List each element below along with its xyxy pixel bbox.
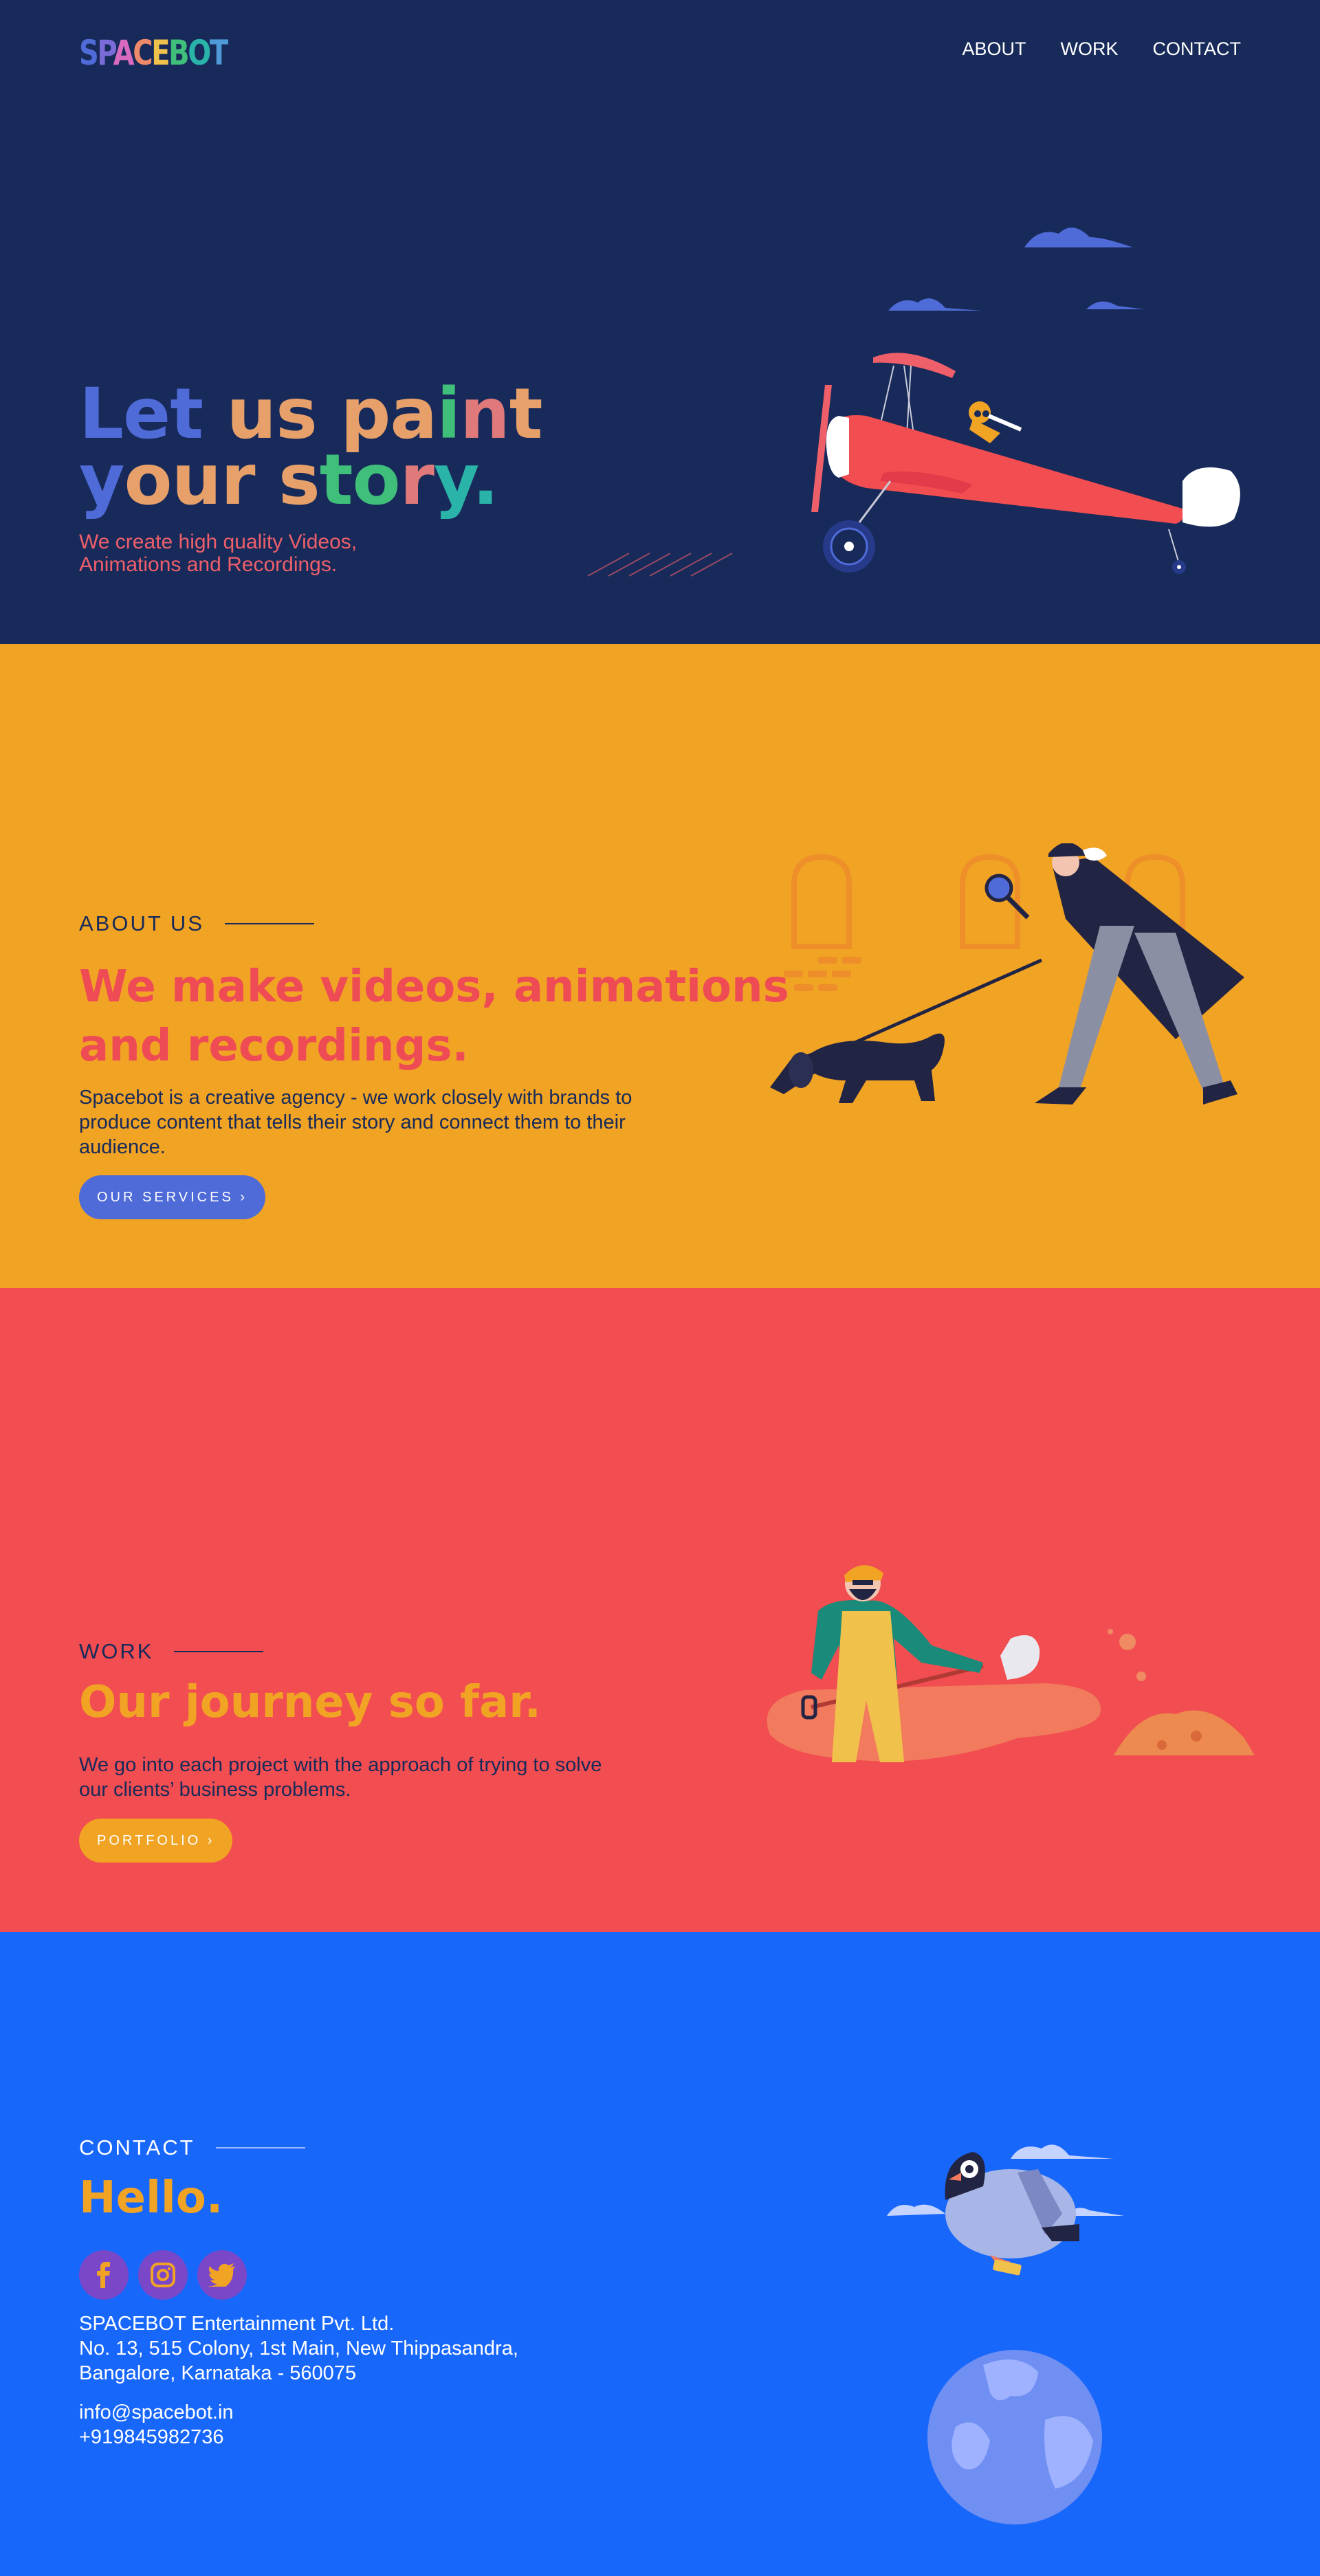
contact-details: info@spacebot.in +919845982736: [79, 2400, 234, 2450]
work-label: WORK: [79, 1639, 264, 1664]
logo-letter: S: [79, 33, 99, 73]
title-letter: o: [124, 439, 173, 521]
title-letter: t: [509, 373, 543, 455]
divider: [215, 2147, 305, 2148]
social-links: [79, 2250, 247, 2300]
logo-letter: A: [113, 33, 135, 73]
title-letter: r: [221, 439, 255, 521]
title-letter: s: [278, 439, 320, 521]
address-line2: Bangalore, Karnataka - 560075: [79, 2362, 357, 2384]
logo-letter: E: [151, 33, 170, 73]
about-body: Spacebot is a creative agency - we work …: [79, 1087, 632, 1158]
contact-address: SPACEBOT Entertainment Pvt. Ltd. No. 13,…: [79, 2311, 518, 2386]
contact-section: CONTACT Hello. SPACEBOT Entertainment Pv…: [0, 1932, 1320, 2576]
work-section: WORK Our journey so far. We go into each…: [0, 1288, 1320, 1932]
work-heading: Our journey so far.: [79, 1677, 541, 1728]
divider: [174, 1651, 264, 1652]
logo-letter: P: [97, 33, 115, 73]
nav-about[interactable]: ABOUT: [962, 38, 1026, 60]
detective-illustration: [770, 843, 1244, 1104]
address-line1: No. 13, 515 Colony, 1st Main, New Thippa…: [79, 2338, 518, 2360]
work-label-text: WORK: [79, 1639, 154, 1663]
logo-letter: T: [209, 33, 228, 73]
spacebot-logo[interactable]: SPACEBOT: [79, 33, 228, 73]
title-letter: .: [472, 439, 499, 521]
about-heading-line2: and recordings.: [79, 1021, 469, 1072]
hero-title-line2: your story.: [79, 445, 542, 515]
about-heading: We make videos, animations and recording…: [79, 957, 789, 1076]
instagram-icon[interactable]: [138, 2250, 188, 2300]
about-section: ABOUT US We make videos, animations and …: [0, 644, 1320, 1288]
hero-subtitle: We create high quality Videos, Animation…: [79, 531, 358, 576]
facebook-icon[interactable]: [79, 2250, 129, 2300]
portfolio-button[interactable]: PORTFOLIO ›: [79, 1819, 233, 1863]
hero-section: SPACEBOT ABOUT WORK CONTACT Let us paint…: [0, 0, 1320, 644]
hero-title: Let us paint your story.: [79, 379, 543, 515]
work-body: We go into each project with the approac…: [79, 1754, 602, 1801]
title-letter: r: [399, 439, 434, 521]
contact-heading: Hello.: [79, 2173, 223, 2223]
logo-letter: O: [188, 33, 211, 73]
title-letter: [255, 439, 279, 521]
digger-illustration: [767, 1565, 1255, 1762]
cloud-icon: [888, 227, 1145, 311]
pigeon-globe-illustration: [887, 2144, 1124, 2524]
email-link[interactable]: info@spacebot.in: [79, 2400, 234, 2425]
title-letter: o: [352, 439, 401, 521]
contact-label: CONTACT: [79, 2135, 305, 2160]
twitter-icon[interactable]: [197, 2250, 247, 2300]
company-name: SPACEBOT Entertainment Pvt. Ltd.: [79, 2313, 395, 2335]
title-letter: u: [171, 439, 222, 521]
our-services-button[interactable]: OUR SERVICES ›: [79, 1175, 265, 1219]
main-nav: ABOUT WORK CONTACT: [962, 38, 1241, 60]
title-letter: y: [433, 439, 473, 521]
about-label-text: ABOUT US: [79, 911, 204, 935]
biplane-illustration: [587, 227, 1240, 577]
title-letter: t: [319, 439, 353, 521]
about-label: ABOUT US: [79, 911, 314, 936]
contact-label-text: CONTACT: [79, 2135, 195, 2159]
divider: [224, 923, 314, 924]
title-letter: y: [79, 439, 124, 521]
about-heading-line1: We make videos, animations: [79, 962, 789, 1012]
nav-contact[interactable]: CONTACT: [1153, 38, 1242, 60]
logo-letter: C: [133, 33, 153, 73]
logo-letter: B: [168, 33, 190, 73]
nav-work[interactable]: WORK: [1061, 38, 1119, 60]
hero-title-line1: Let us paint: [79, 379, 543, 449]
phone-link[interactable]: +919845982736: [79, 2425, 234, 2450]
